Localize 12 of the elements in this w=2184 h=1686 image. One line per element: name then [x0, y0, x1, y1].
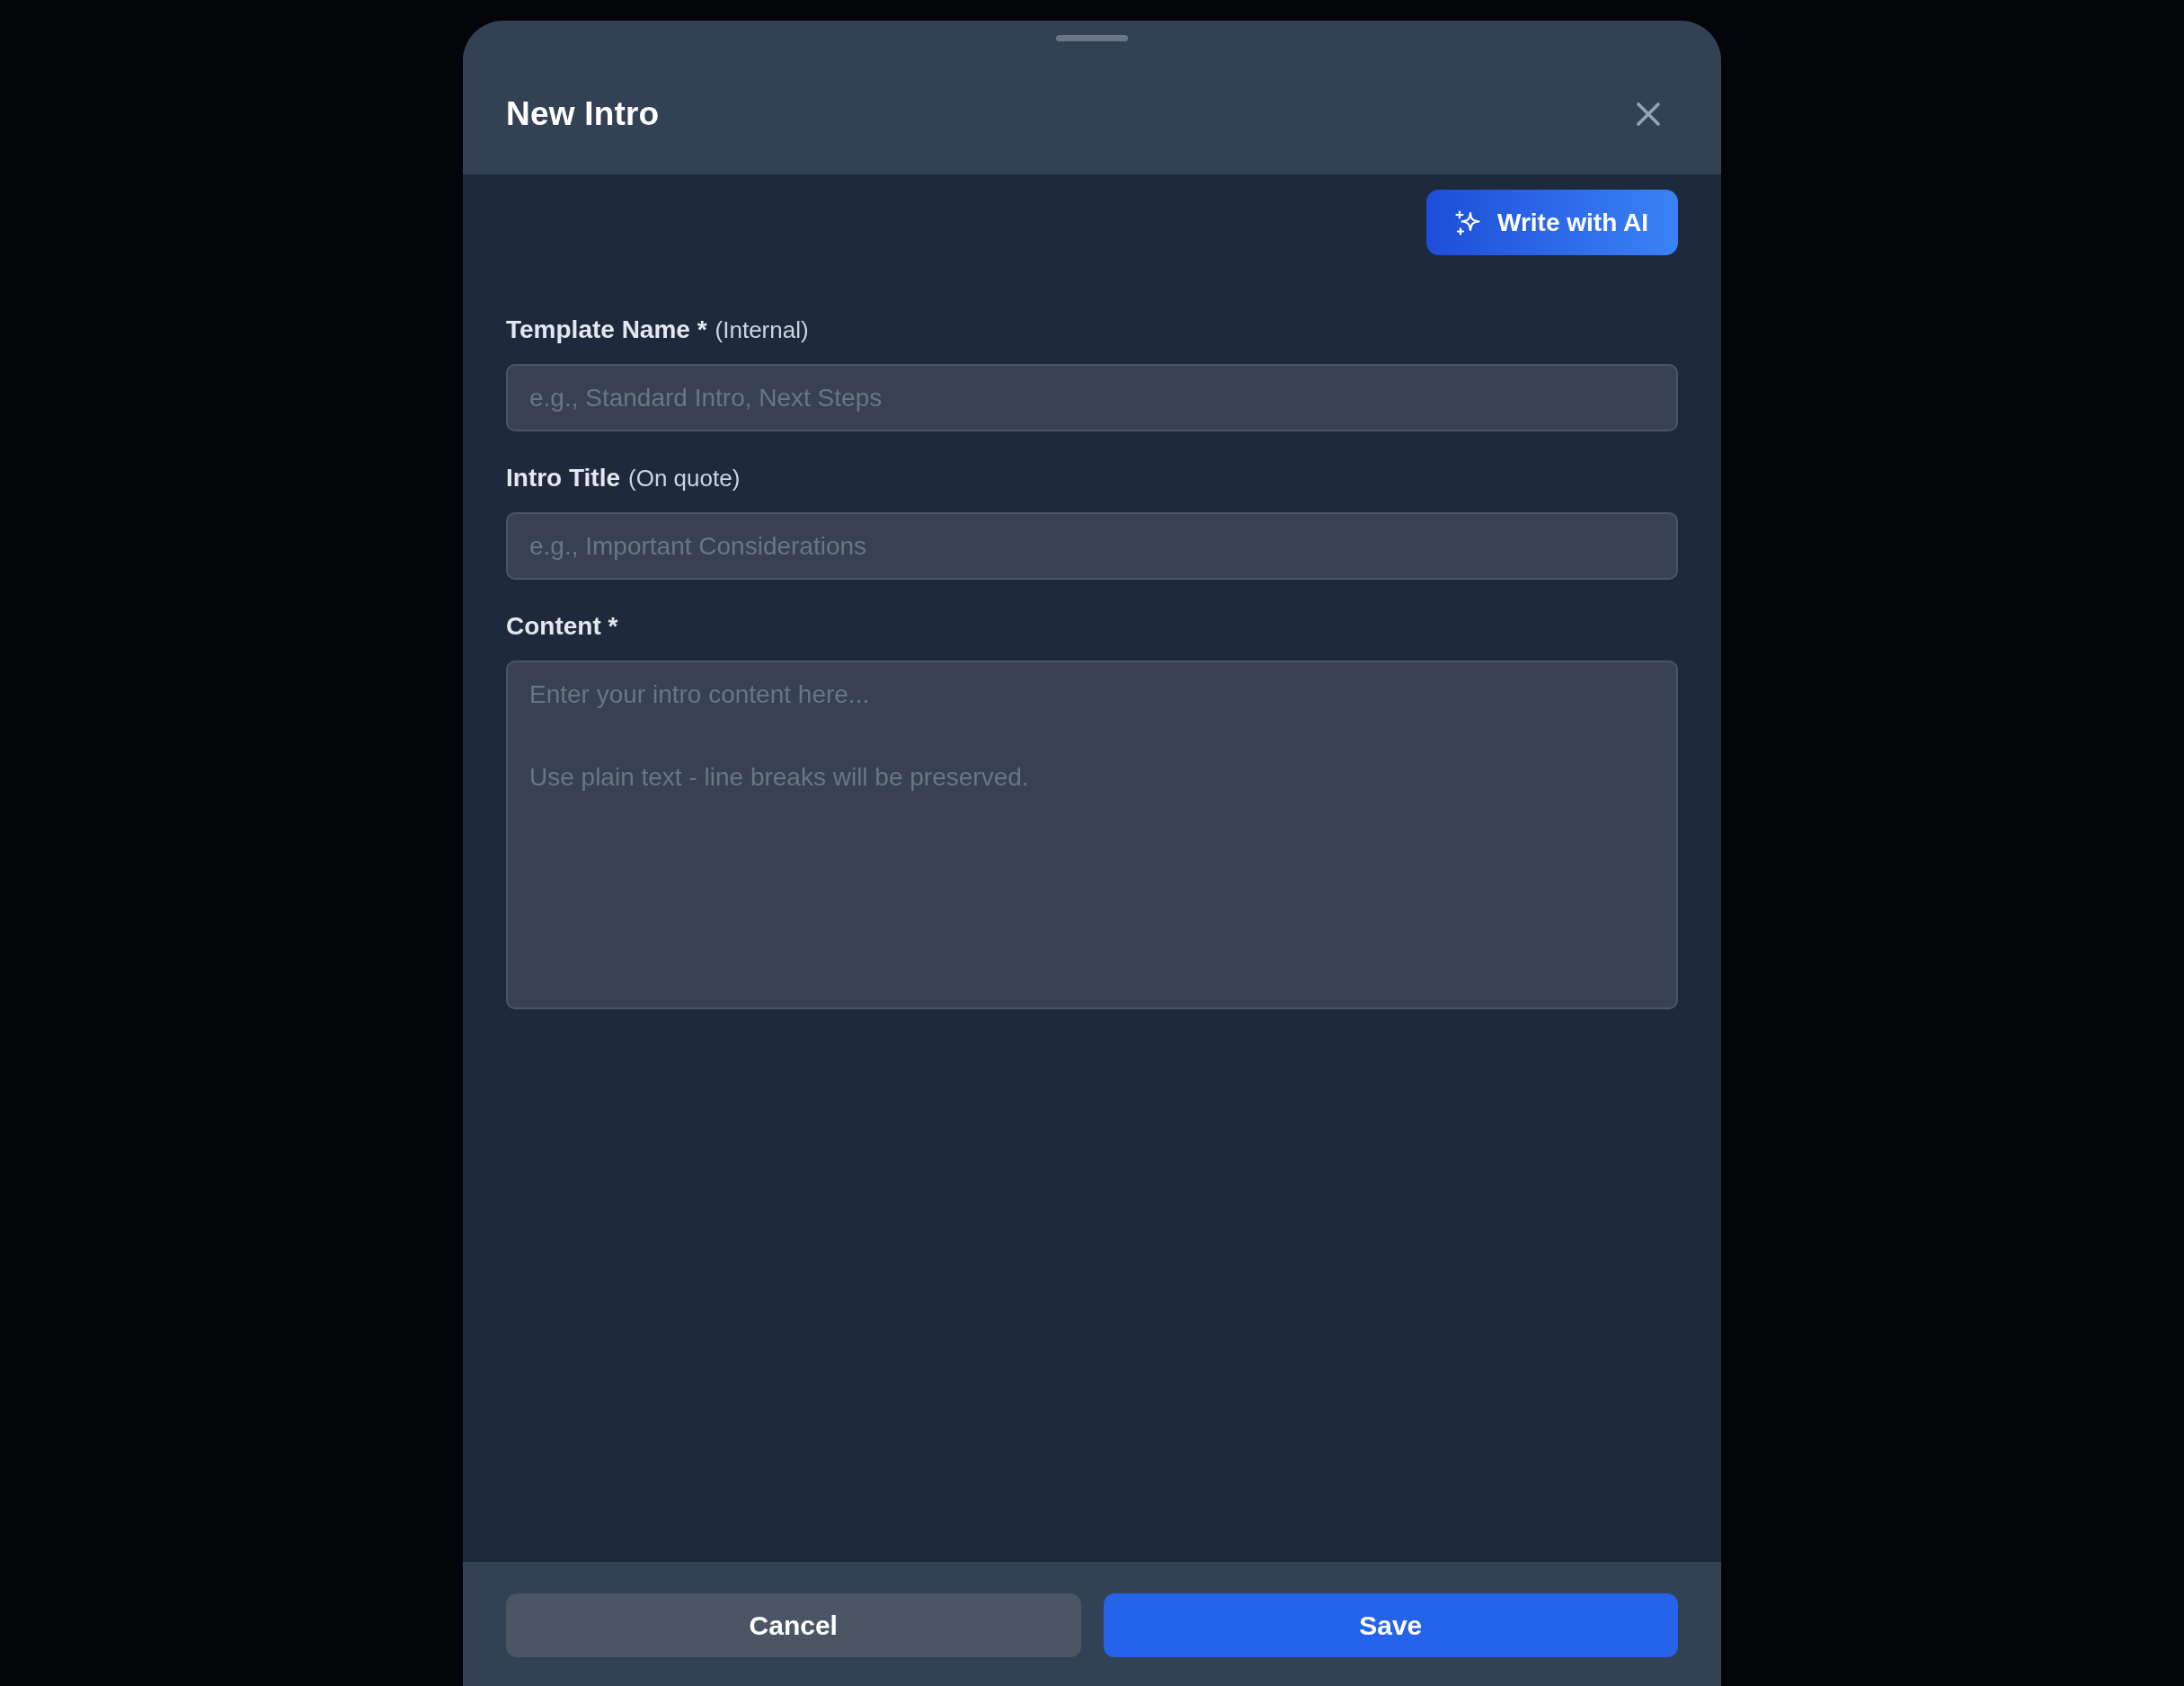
- save-button[interactable]: Save: [1103, 1593, 1678, 1657]
- sparkle-icon: [1455, 209, 1480, 235]
- label-note: (On quote): [628, 464, 741, 493]
- drag-handle[interactable]: [1056, 35, 1128, 41]
- cancel-button[interactable]: Cancel: [506, 1593, 1081, 1657]
- field-label: Template Name *: [506, 315, 707, 345]
- write-with-ai-button[interactable]: Write with AI: [1426, 190, 1678, 255]
- label-note: (Internal): [715, 315, 809, 345]
- field-label: Intro Title: [506, 463, 621, 493]
- close-icon[interactable]: [1637, 102, 1660, 126]
- dialog-title: New Intro: [506, 95, 660, 133]
- field-label: Content *: [506, 611, 618, 642]
